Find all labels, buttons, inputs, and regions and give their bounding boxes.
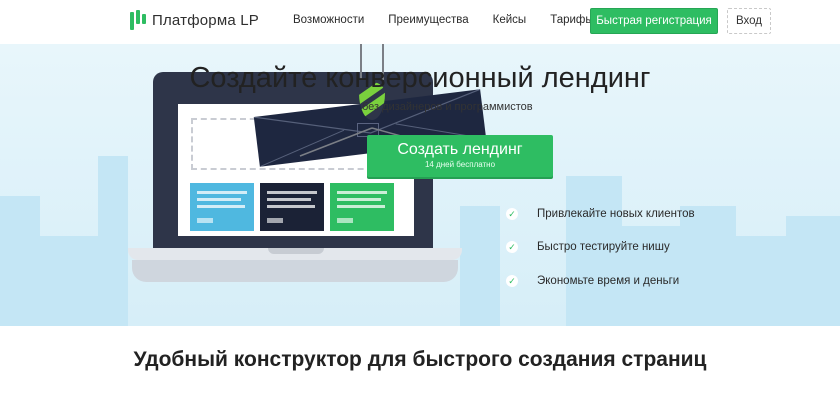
feature-item: ✓ Экономьте время и деньги [506,271,756,291]
check-icon: ✓ [506,275,518,287]
feature-item: ✓ Быстро тестируйте нишу [506,237,756,257]
cta-title: Создать лендинг [397,141,523,158]
feature-text: Быстро тестируйте нишу [537,241,670,253]
feature-text: Привлекайте новых клиентов [537,208,695,220]
feature-item: ✓ Привлекайте новых клиентов [506,204,756,224]
hero-title: Создайте конверсионный лендинг [189,62,651,94]
feature-text: Экономьте время и деньги [537,275,680,287]
crane-ropes [299,44,453,157]
cta-subtitle: 14 дней бесплатно [424,160,496,169]
create-landing-button[interactable]: Создать лендинг 14 дней бесплатно [367,135,553,177]
section-title: Удобный конструктор для быстрого создани… [133,348,707,371]
check-icon: ✓ [506,241,518,253]
hero-subtitle: без дизайнеров и программистов [362,101,533,113]
check-icon: ✓ [506,208,518,220]
